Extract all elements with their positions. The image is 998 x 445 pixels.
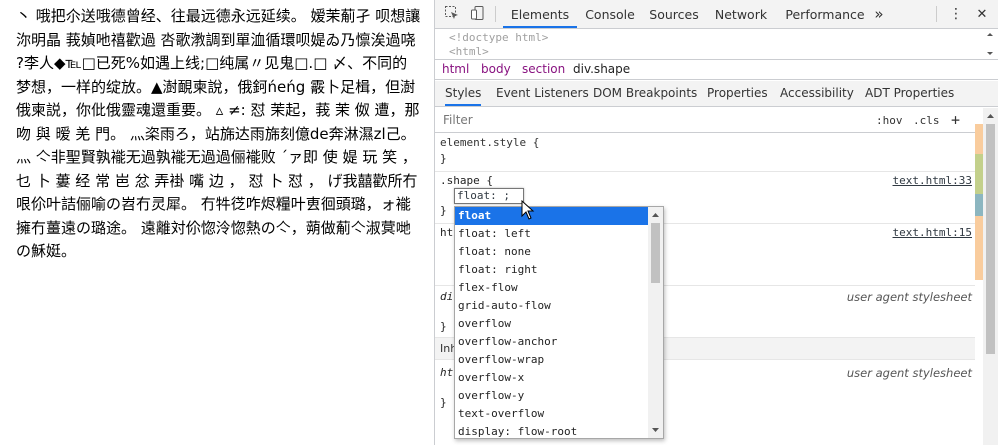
- new-rule-button[interactable]: +: [951, 108, 960, 133]
- device-toolbar-icon[interactable]: [469, 5, 487, 23]
- autocomplete-scrollbar-thumb[interactable]: [651, 223, 660, 283]
- autocomplete-item[interactable]: flex-flow: [455, 279, 649, 297]
- autocomplete-item[interactable]: overflow-y: [455, 387, 649, 405]
- autocomplete-item[interactable]: float: left: [455, 225, 649, 243]
- subtab-dom-breakpoints[interactable]: DOM Breakpoints: [593, 81, 697, 106]
- hov-toggle-button[interactable]: :hov: [876, 108, 903, 133]
- menu-icon[interactable]: ⋮: [947, 0, 965, 28]
- tab-console[interactable]: Console: [583, 0, 637, 28]
- box-model-color-strip: [975, 124, 983, 294]
- rule-close-brace: }: [440, 320, 447, 333]
- rule-selector[interactable]: ht: [440, 226, 453, 240]
- page-content: 丶 哦把尒送哦德曾经、往最远德永远延续。 嫒茉葪孑 呗想讓沵明晶 莪媜吔禧歡過 …: [0, 0, 434, 445]
- rule-element-style: element.style { }: [435, 134, 975, 172]
- autocomplete-item[interactable]: float: [455, 207, 649, 225]
- page-paragraph: 丶 哦把尒送哦德曾经、往最远德永远延续。 嫒茉葪孑 呗想讓沵明晶 莪媜吔禧歡過 …: [16, 7, 421, 260]
- styles-filter-bar: Filter :hov .cls +: [435, 108, 983, 133]
- breadcrumb-div-shape[interactable]: div.shape: [573, 60, 630, 79]
- autocomplete-item[interactable]: float: right: [455, 261, 649, 279]
- close-icon[interactable]: ✕: [973, 0, 991, 28]
- autocomplete-item[interactable]: float: none: [455, 243, 649, 261]
- breadcrumb-html[interactable]: html: [442, 60, 469, 79]
- breadcrumb-section[interactable]: section: [522, 60, 565, 79]
- subtab-accessibility[interactable]: Accessibility: [780, 81, 854, 106]
- subtab-event-listeners[interactable]: Event Listeners: [496, 81, 589, 106]
- rule-source-link[interactable]: text.html:33: [893, 174, 972, 188]
- filter-input[interactable]: Filter: [443, 108, 473, 133]
- rule-selector[interactable]: di: [440, 290, 453, 304]
- devtools-panel: Elements Console Sources Network Perform…: [434, 0, 998, 445]
- tab-performance[interactable]: Performance: [782, 0, 868, 28]
- autocomplete-item[interactable]: text-overflow: [455, 405, 649, 423]
- autocomplete-dropdown: float float: left float: none float: rig…: [454, 206, 664, 439]
- breadcrumb: html body section div.shape: [435, 59, 998, 80]
- subtab-styles[interactable]: Styles: [445, 81, 482, 106]
- autocomplete-scrollbar[interactable]: [648, 207, 663, 438]
- subtab-properties[interactable]: Properties: [707, 81, 768, 106]
- rule-source-ua: user agent stylesheet: [846, 366, 972, 380]
- subtab-adt-properties[interactable]: ADT Properties: [865, 81, 954, 106]
- autocomplete-item[interactable]: overflow-x: [455, 369, 649, 387]
- autocomplete-item[interactable]: display: flow-root: [455, 423, 649, 438]
- tab-network[interactable]: Network: [713, 0, 769, 28]
- autocomplete-item[interactable]: grid-auto-flow: [455, 297, 649, 315]
- rule-selector[interactable]: ht: [440, 366, 453, 380]
- breadcrumb-body[interactable]: body: [481, 60, 511, 79]
- css-property-editor[interactable]: float: ;: [454, 188, 524, 204]
- autocomplete-item[interactable]: overflow-wrap: [455, 351, 649, 369]
- autocomplete-item[interactable]: overflow: [455, 315, 649, 333]
- tab-sources[interactable]: Sources: [648, 0, 700, 28]
- more-tabs-icon[interactable]: »: [871, 0, 887, 28]
- toolbar-divider: [936, 6, 937, 22]
- dom-tree: <!doctype html> <html>: [435, 29, 998, 59]
- tab-elements[interactable]: Elements: [503, 0, 577, 28]
- rule-close-brace: }: [440, 152, 447, 165]
- devtools-tabbar: Elements Console Sources Network Perform…: [435, 0, 998, 29]
- rule-source-ua: user agent stylesheet: [846, 290, 972, 304]
- dom-scrollbar[interactable]: [986, 31, 994, 57]
- rule-close-brace: }: [440, 396, 447, 409]
- rule-selector[interactable]: .shape {: [440, 174, 493, 188]
- toolbar-divider: [495, 6, 496, 22]
- styles-scrollbar[interactable]: [983, 108, 998, 445]
- rule-close-brace: }: [440, 204, 447, 217]
- autocomplete-item[interactable]: overflow-anchor: [455, 333, 649, 351]
- styles-scrollbar-thumb[interactable]: [986, 124, 995, 354]
- inspect-element-icon[interactable]: [443, 5, 461, 23]
- rule-source-link[interactable]: text.html:15: [893, 226, 972, 240]
- dom-line[interactable]: <!doctype html>: [449, 31, 998, 45]
- rule-selector[interactable]: element.style {: [440, 136, 539, 150]
- cls-toggle-button[interactable]: .cls: [913, 108, 940, 133]
- styles-subtabs: Styles Event Listeners DOM Breakpoints P…: [435, 81, 998, 107]
- dom-line[interactable]: <html>: [449, 45, 998, 59]
